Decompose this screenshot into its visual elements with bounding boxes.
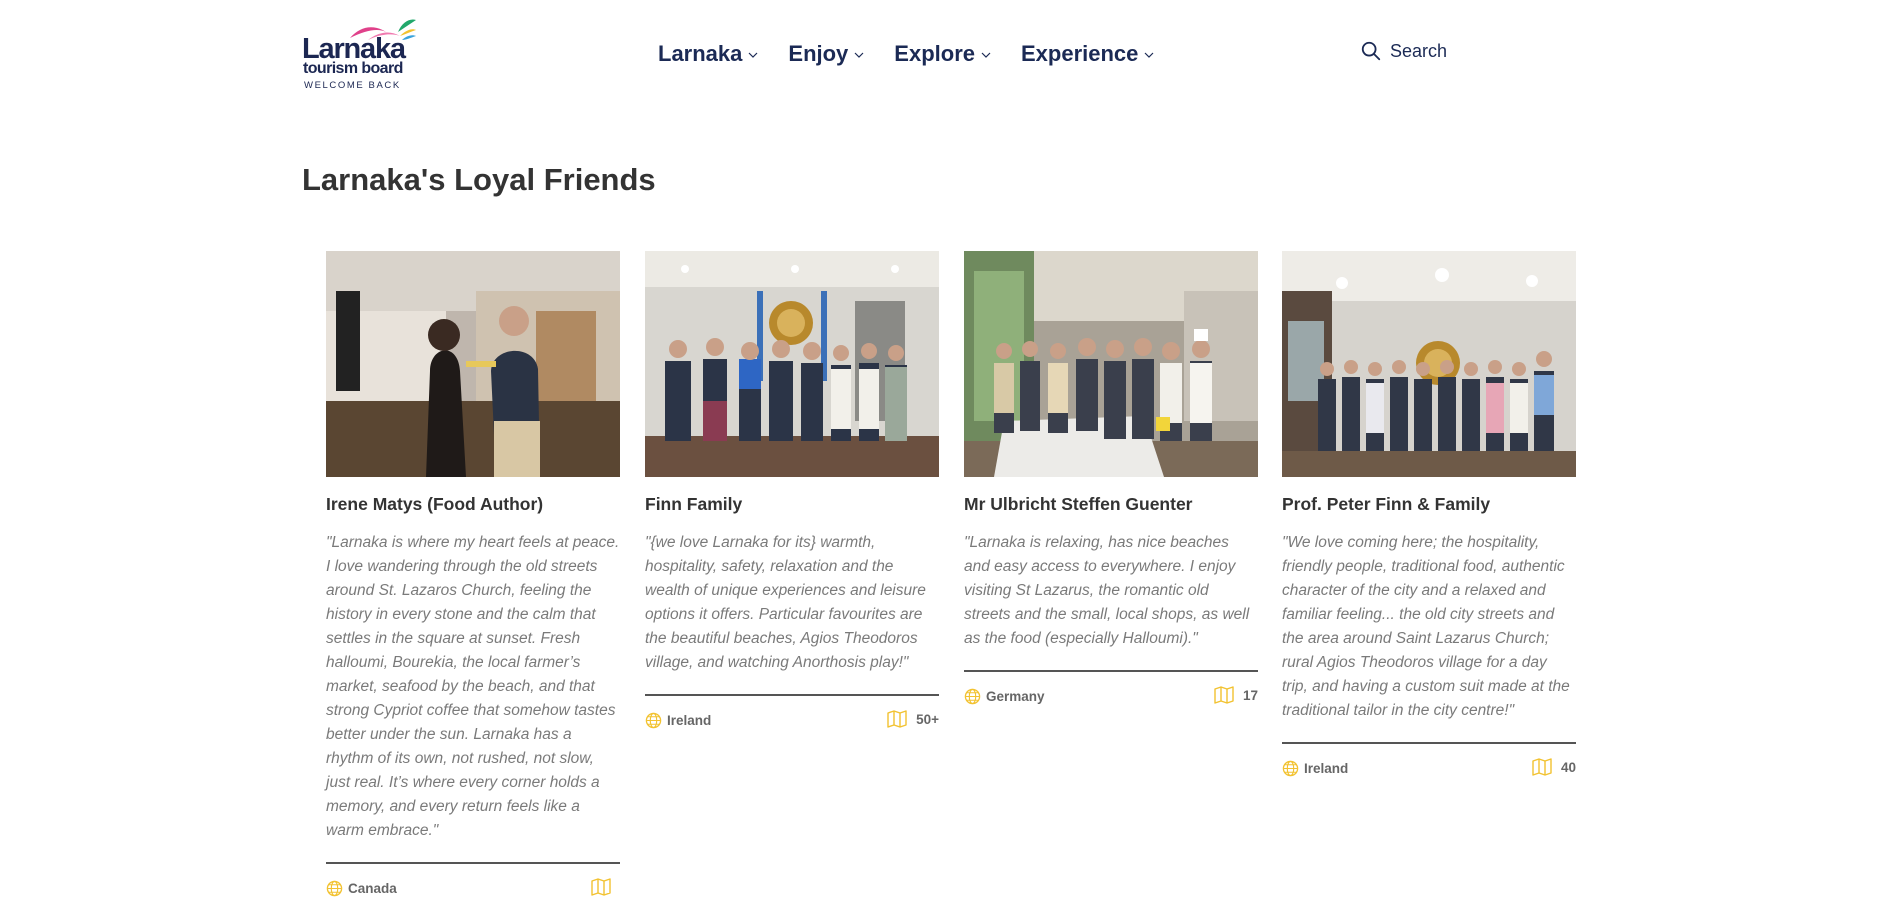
- card-visits: 40: [1532, 758, 1576, 776]
- card-footer: Ireland 50+: [645, 708, 939, 738]
- map-icon: [1532, 758, 1552, 776]
- card-country-label: Germany: [986, 689, 1045, 704]
- card-name: Finn Family: [645, 494, 743, 514]
- main-nav: Larnaka Enjoy Explore Experience: [658, 38, 1184, 70]
- card-photo[interactable]: [1282, 251, 1576, 477]
- chevron-down-icon: [981, 52, 991, 58]
- section-title: Larnaka's Loyal Friends: [302, 162, 656, 197]
- friend-card: Mr Ulbricht Steffen Guenter "Larnaka is …: [964, 251, 1258, 714]
- nav-item-enjoy[interactable]: Enjoy: [788, 41, 864, 67]
- card-country-label: Ireland: [1304, 761, 1349, 776]
- page: Larnaka tourism board WELCOME BACK Larna…: [0, 0, 1896, 905]
- card-divider: [1282, 742, 1576, 744]
- globe-icon: [645, 712, 662, 729]
- logo-subtitle: tourism board: [303, 60, 403, 77]
- map-icon: [887, 710, 907, 728]
- search-label: Search: [1390, 40, 1448, 61]
- friend-card: Finn Family "{we love Larnaka for its} w…: [645, 251, 939, 738]
- chevron-down-icon: [854, 52, 864, 58]
- nav-item-explore[interactable]: Explore: [894, 41, 991, 67]
- globe-icon: [1282, 760, 1299, 777]
- card-footer: Ireland 40: [1282, 756, 1576, 786]
- card-country-label: Canada: [348, 881, 397, 896]
- friend-card: Prof. Peter Finn & Family "We love comin…: [1282, 251, 1576, 786]
- card-quote: "Larnaka is relaxing, has nice beaches a…: [964, 534, 1250, 647]
- map-icon: [591, 878, 611, 896]
- search-button[interactable]: Search: [1360, 40, 1447, 62]
- search-icon: [1360, 40, 1382, 62]
- card-photo[interactable]: [964, 251, 1258, 477]
- card-quote: "Larnaka is where my heart feels at peac…: [326, 534, 620, 839]
- nav-item-label: Enjoy: [788, 41, 849, 66]
- card-quote: "We love coming here; the hospitality, f…: [1282, 534, 1570, 719]
- card-country: Germany: [964, 688, 1045, 705]
- site-header: Larnaka tourism board WELCOME BACK Larna…: [0, 0, 1896, 110]
- card-photo[interactable]: [326, 251, 620, 477]
- card-country: Canada: [326, 880, 397, 897]
- logo-welcome-text: WELCOME BACK: [304, 80, 401, 91]
- chevron-down-icon: [1144, 52, 1154, 58]
- card-quote: "{we love Larnaka for its} warmth, hospi…: [645, 534, 926, 671]
- card-divider: [645, 694, 939, 696]
- card-visits-label: 50+: [916, 711, 939, 727]
- card-country-label: Ireland: [667, 713, 712, 728]
- card-name: Prof. Peter Finn & Family: [1282, 494, 1491, 514]
- nav-item-larnaka[interactable]: Larnaka: [658, 41, 758, 67]
- card-name: Mr Ulbricht Steffen Guenter: [964, 494, 1193, 514]
- card-visits-label: 40: [1560, 759, 1576, 775]
- nav-item-label: Larnaka: [658, 41, 743, 66]
- chevron-down-icon: [748, 52, 758, 58]
- globe-icon: [964, 688, 981, 705]
- card-divider: [964, 670, 1258, 672]
- card-divider: [326, 862, 620, 864]
- globe-icon: [326, 880, 343, 897]
- card-country: Ireland: [1282, 760, 1348, 777]
- nav-item-label: Experience: [1021, 41, 1139, 66]
- card-visits: [591, 878, 620, 896]
- nav-item-experience[interactable]: Experience: [1021, 41, 1154, 67]
- larnaka-logo[interactable]: Larnaka tourism board WELCOME BACK: [302, 18, 422, 92]
- card-country: Ireland: [645, 712, 711, 729]
- card-footer: Canada: [326, 876, 620, 905]
- card-visits: 17: [1214, 686, 1258, 704]
- map-icon: [1214, 686, 1234, 704]
- friend-card: Irene Matys (Food Author) "Larnaka is wh…: [326, 251, 620, 905]
- card-visits: 50+: [887, 710, 939, 728]
- card-visits-label: 17: [1242, 687, 1258, 703]
- nav-item-label: Explore: [894, 41, 975, 66]
- card-name: Irene Matys (Food Author): [326, 494, 544, 514]
- card-photo[interactable]: [645, 251, 939, 477]
- card-footer: Germany 17: [964, 684, 1258, 714]
